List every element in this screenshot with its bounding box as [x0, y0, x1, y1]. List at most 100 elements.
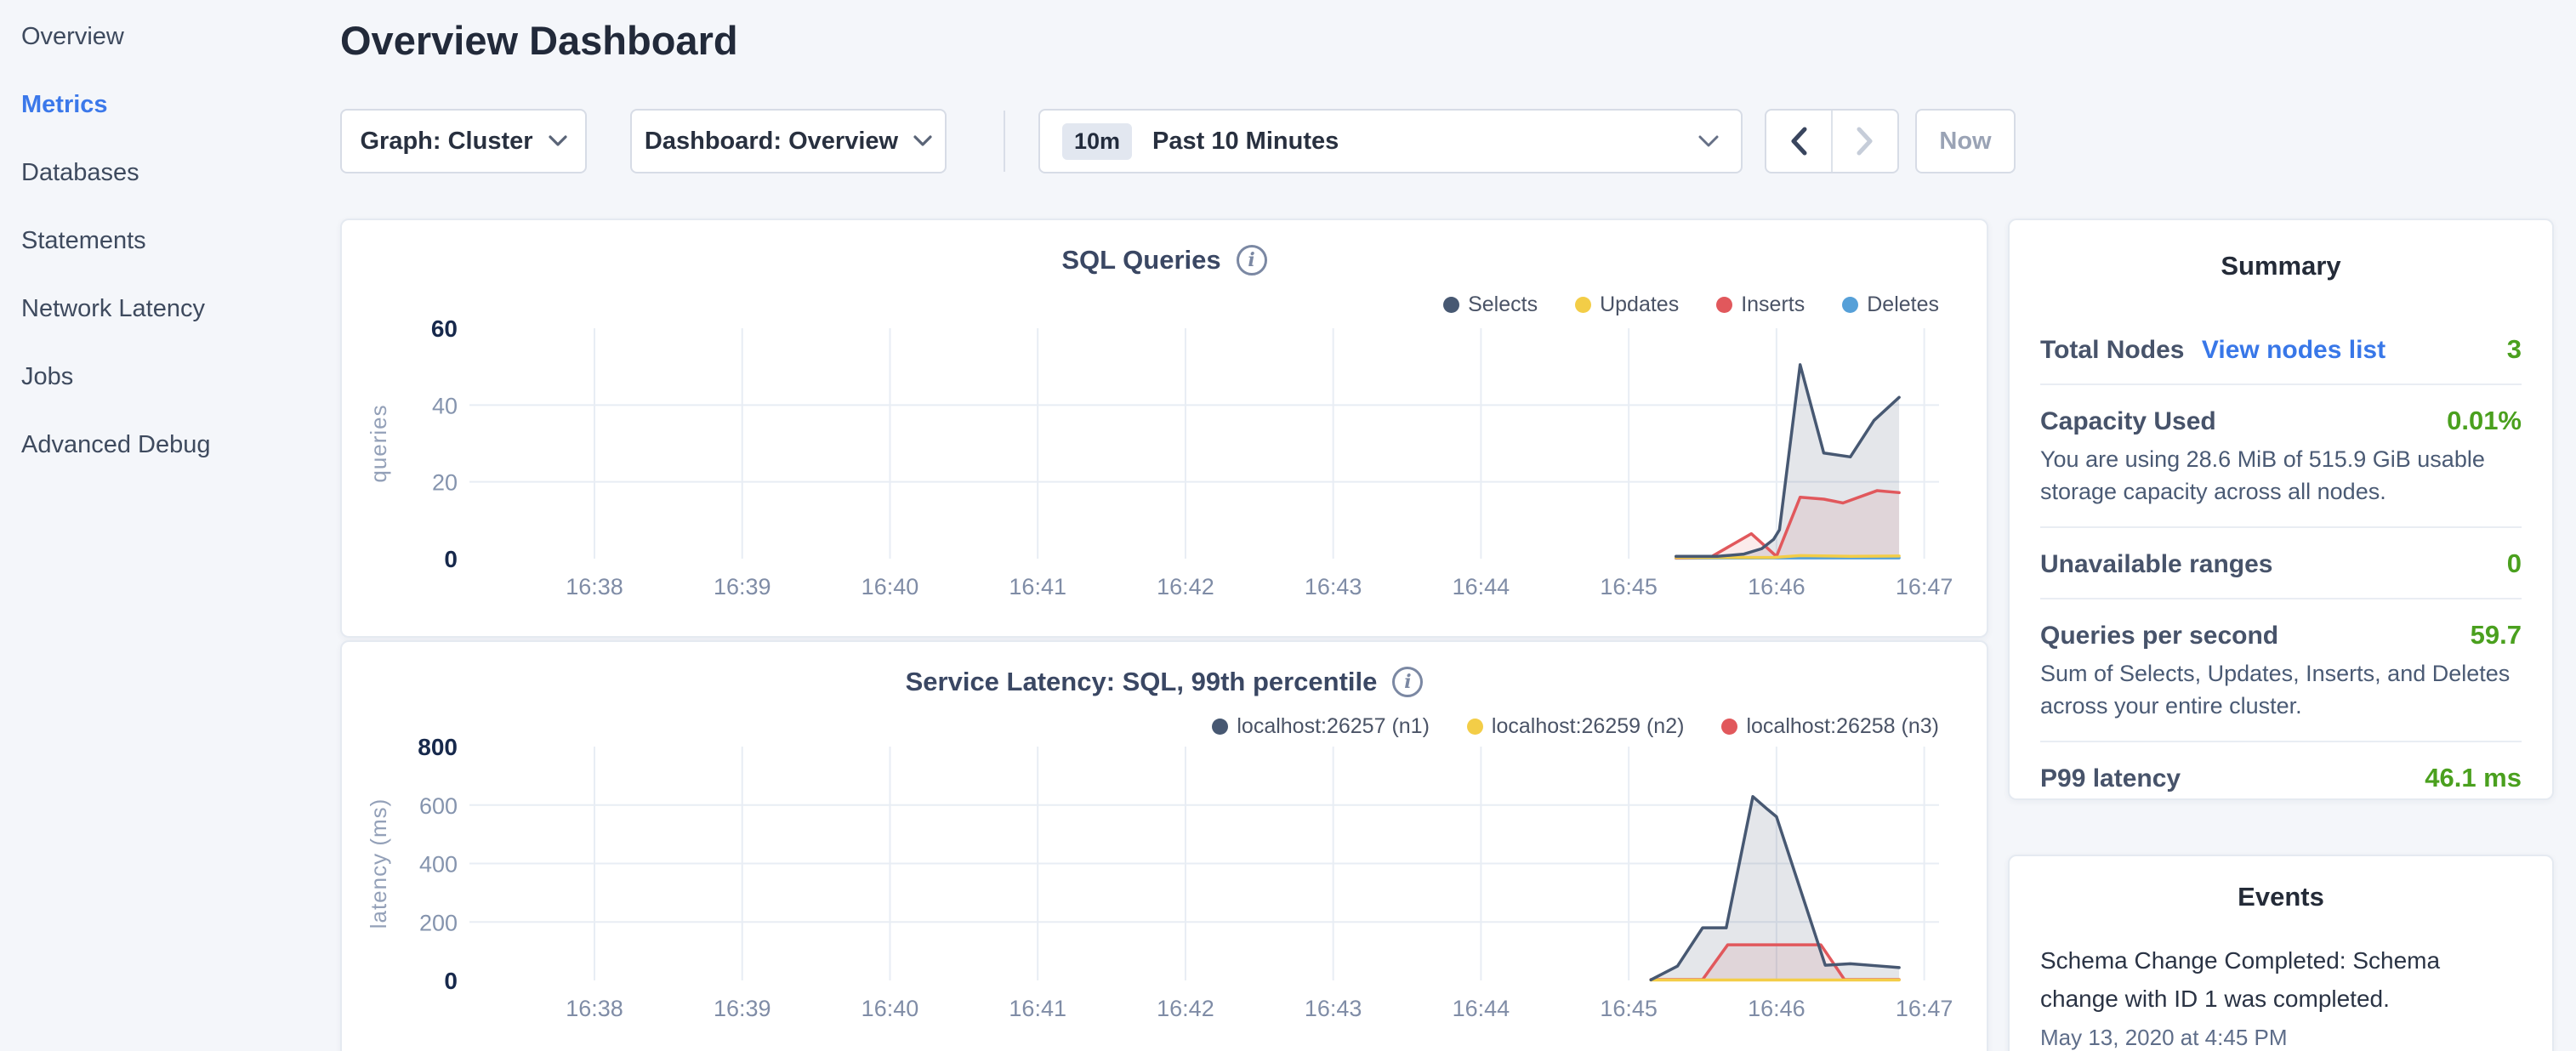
svg-text:16:47: 16:47: [1896, 574, 1953, 599]
svg-text:16:43: 16:43: [1305, 574, 1362, 599]
svg-text:16:43: 16:43: [1305, 996, 1362, 1021]
series-color-dot: [1842, 297, 1858, 313]
chevron-right-icon: [1857, 127, 1874, 156]
summary-label: Queries per second: [2040, 622, 2278, 650]
events-title: Events: [2010, 882, 2552, 912]
svg-text:16:41: 16:41: [1009, 574, 1066, 599]
svg-text:16:46: 16:46: [1748, 996, 1805, 1021]
svg-text:queries: queries: [366, 404, 391, 482]
info-icon[interactable]: i: [1392, 667, 1423, 697]
legend-item-selects[interactable]: Selects: [1443, 293, 1538, 317]
graph-scope-label: Graph: Cluster: [360, 128, 532, 156]
summary-value: 3: [2507, 334, 2522, 365]
summary-label: Total Nodes: [2040, 336, 2184, 364]
summary-value: 59.7: [2471, 620, 2522, 650]
svg-text:16:40: 16:40: [862, 574, 919, 599]
summary-label: Capacity Used: [2040, 407, 2216, 436]
app-root: Overview Metrics Databases Statements Ne…: [0, 0, 2576, 1051]
summary-label: Unavailable ranges: [2040, 550, 2272, 579]
sidebar-item-overview[interactable]: Overview: [21, 19, 124, 54]
svg-text:60: 60: [431, 316, 458, 342]
chevron-left-icon: [1790, 127, 1807, 156]
svg-text:16:38: 16:38: [566, 574, 623, 599]
summary-value: 46.1 ms: [2425, 763, 2522, 793]
series-color-dot: [1467, 719, 1483, 735]
svg-text:16:41: 16:41: [1009, 996, 1066, 1021]
time-window-nav: [1765, 109, 1899, 173]
graph-scope-dropdown[interactable]: Graph: Cluster: [340, 109, 587, 173]
event-timestamp: May 13, 2020 at 4:45 PM: [2040, 1025, 2522, 1051]
next-time-window-button[interactable]: [1831, 111, 1897, 172]
dashboard-label: Dashboard: Overview: [645, 128, 898, 156]
summary-subtext: You are using 28.6 MiB of 515.9 GiB usab…: [2040, 443, 2522, 508]
sidebar-item-jobs[interactable]: Jobs: [21, 359, 73, 395]
now-button[interactable]: Now: [1915, 109, 2016, 173]
sidebar-item-statements[interactable]: Statements: [21, 223, 146, 258]
summary-subtext: Sum of Selects, Updates, Inserts, and De…: [2040, 657, 2522, 722]
svg-text:800: 800: [418, 735, 458, 760]
series-color-dot: [1716, 297, 1732, 313]
sidebar-item-network-latency[interactable]: Network Latency: [21, 291, 205, 327]
legend-item-deletes[interactable]: Deletes: [1842, 293, 1939, 317]
svg-text:20: 20: [432, 470, 458, 496]
svg-text:0: 0: [444, 546, 458, 572]
service-latency-chart-title: Service Latency: SQL, 99th percentile: [906, 667, 1378, 697]
view-nodes-list-link[interactable]: View nodes list: [2202, 336, 2386, 364]
legend-item-updates[interactable]: Updates: [1575, 293, 1679, 317]
dashboard-dropdown[interactable]: Dashboard: Overview: [630, 109, 947, 173]
time-range-label: Past 10 Minutes: [1152, 128, 1678, 156]
svg-text:16:44: 16:44: [1453, 574, 1510, 599]
summary-row-p99-latency: P99 latency 46.1 ms: [2040, 742, 2522, 812]
series-color-dot: [1575, 297, 1591, 313]
series-color-dot: [1212, 719, 1228, 735]
controls-divider: [1004, 111, 1005, 172]
sql-queries-legend: Selects Updates Inserts Deletes: [1443, 293, 1939, 317]
sidebar-item-metrics[interactable]: Metrics: [21, 87, 108, 122]
svg-text:0: 0: [444, 968, 458, 994]
sql-queries-chart-title: SQL Queries: [1061, 245, 1220, 276]
time-range-badge: 10m: [1062, 123, 1132, 160]
svg-text:16:45: 16:45: [1600, 574, 1658, 599]
chevron-down-icon: [1698, 135, 1719, 148]
event-list-item[interactable]: Schema Change Completed: Schema change w…: [2040, 941, 2522, 1051]
service-latency-plot: 16:38 16:39 16:40 16:41 16:42 16:43 16:44 16:45…: [349, 735, 1975, 1027]
summary-row-capacity-used: Capacity Used 0.01% You are using 28.6 M…: [2040, 385, 2522, 528]
svg-text:16:47: 16:47: [1896, 996, 1953, 1021]
svg-text:400: 400: [419, 852, 458, 878]
svg-text:16:39: 16:39: [714, 574, 771, 599]
events-panel: Events Schema Change Completed: Schema c…: [2008, 855, 2554, 1051]
summary-title: Summary: [2010, 251, 2552, 281]
svg-text:600: 600: [419, 793, 458, 819]
svg-text:16:40: 16:40: [862, 996, 919, 1021]
summary-row-queries-per-second: Queries per second 59.7 Sum of Selects, …: [2040, 599, 2522, 742]
svg-text:16:38: 16:38: [566, 996, 623, 1021]
svg-text:16:46: 16:46: [1748, 574, 1805, 599]
chevron-down-icon: [549, 135, 567, 147]
summary-row-unavailable-ranges: Unavailable ranges 0: [2040, 528, 2522, 599]
previous-time-window-button[interactable]: [1766, 111, 1831, 172]
summary-value: 0.01%: [2447, 406, 2522, 436]
page-title: Overview Dashboard: [340, 17, 738, 64]
summary-panel: Summary Total Nodes View nodes list 3 Ca…: [2008, 219, 2554, 800]
sql-queries-plot: 16:38 16:39 16:40 16:41 16:42 16:43 16:44 16:45…: [349, 316, 1975, 605]
series-color-dot: [1721, 719, 1737, 735]
legend-item-inserts[interactable]: Inserts: [1716, 293, 1805, 317]
svg-text:16:45: 16:45: [1600, 996, 1658, 1021]
series-color-dot: [1443, 297, 1459, 313]
time-range-selector[interactable]: 10m Past 10 Minutes: [1038, 109, 1743, 173]
event-message: Schema Change Completed: Schema change w…: [2040, 941, 2453, 1018]
summary-label: P99 latency: [2040, 764, 2181, 793]
svg-text:latency (ms): latency (ms): [366, 798, 391, 929]
svg-text:16:42: 16:42: [1157, 574, 1214, 599]
chevron-down-icon: [913, 135, 932, 147]
svg-text:16:39: 16:39: [714, 996, 771, 1021]
svg-text:200: 200: [419, 910, 458, 935]
sidebar-item-advanced-debug[interactable]: Advanced Debug: [21, 427, 211, 463]
summary-row-total-nodes: Total Nodes View nodes list 3: [2040, 314, 2522, 385]
info-icon[interactable]: i: [1237, 245, 1267, 276]
svg-text:16:44: 16:44: [1453, 996, 1510, 1021]
summary-value: 0: [2507, 548, 2522, 579]
sidebar-item-databases[interactable]: Databases: [21, 155, 139, 190]
svg-text:40: 40: [432, 393, 458, 418]
svg-text:16:42: 16:42: [1157, 996, 1214, 1021]
